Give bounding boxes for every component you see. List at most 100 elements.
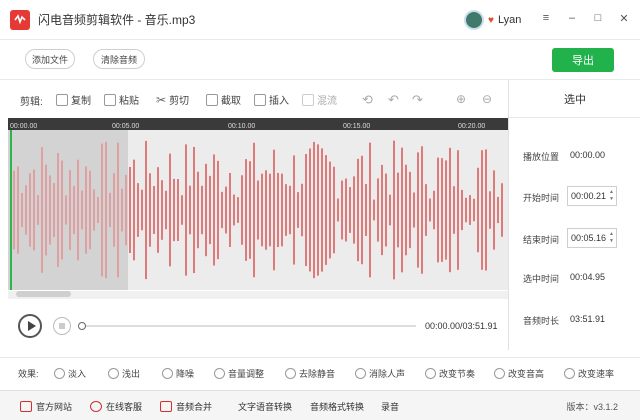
copy-button[interactable]: 复制 [56, 92, 91, 107]
add-file-button[interactable]: 添加文件 [25, 49, 75, 69]
minimize-button[interactable]: – [566, 12, 578, 25]
effects-label: 效果: [18, 369, 39, 379]
menu-icon[interactable]: ≡ [540, 12, 552, 25]
monitor-icon [20, 401, 32, 412]
volume-icon [214, 368, 225, 379]
play-button[interactable] [18, 314, 42, 338]
scrollbar-thumb[interactable] [16, 291, 71, 297]
selected-time-value: 00:04.95 [570, 272, 606, 282]
zoom-in-button[interactable]: ⊕ [456, 92, 466, 106]
change-speed-button[interactable]: 改变速率 [564, 367, 614, 380]
stop-button[interactable] [53, 317, 71, 335]
format-convert-link[interactable]: 音频格式转换 [310, 400, 364, 413]
start-time-label: 开始时间 [523, 193, 560, 203]
loop-icon: ⟲ [362, 92, 373, 107]
volume-adjust-button[interactable]: 音量调整 [214, 367, 264, 380]
change-pitch-button[interactable]: 改变音高 [494, 367, 544, 380]
stepper-icon[interactable]: ▲ ▼ [609, 231, 614, 245]
playback-controls: 00:00.00/03:51.91 [0, 305, 508, 347]
clear-audio-button[interactable]: 清除音频 [93, 49, 145, 69]
denoise-icon [162, 368, 173, 379]
version-label: 版本：v3.1.2 [566, 402, 618, 412]
redo-icon: ↷ [412, 92, 423, 107]
selected-time-label: 选中时间 [523, 274, 560, 284]
fade-in-button[interactable]: 淡入 [54, 367, 86, 380]
play-position-label: 播放位置 [523, 152, 560, 162]
merge-icon [160, 401, 172, 412]
crop-icon [206, 93, 218, 106]
waveform-view[interactable] [8, 130, 508, 290]
zoom-in-icon: ⊕ [456, 92, 467, 106]
zoom-out-icon: ⊖ [482, 92, 493, 106]
top-toolbar: 添加文件 清除音频 导出 [0, 40, 640, 80]
close-button[interactable]: ✕ [618, 12, 630, 25]
speed-icon [564, 368, 575, 379]
scissors-icon: ✂ [156, 92, 167, 107]
zoom-out-button[interactable]: ⊖ [482, 92, 492, 106]
paste-icon [104, 93, 116, 106]
mix-icon [302, 93, 314, 106]
window-title: 闪电音频剪辑软件 - 音乐.mp3 [38, 13, 196, 27]
end-time-input[interactable]: 00:05.16 ▲ ▼ [567, 228, 617, 248]
pitch-icon [494, 368, 505, 379]
app-logo-icon [10, 9, 30, 30]
maximize-button[interactable]: □ [592, 12, 604, 25]
edit-label: 剪辑: [20, 97, 43, 108]
fade-in-icon [54, 368, 65, 379]
ruler-tick-label: 00:05.00 [112, 123, 139, 130]
mute-icon [285, 368, 296, 379]
remove-silence-button[interactable]: 去除静音 [285, 367, 335, 380]
cut-button[interactable]: ✂ 剪切 [156, 92, 189, 108]
crop-button[interactable]: 截取 [206, 92, 241, 107]
duration-value: 03:51.91 [570, 314, 606, 324]
stepper-icon[interactable]: ▲ ▼ [609, 189, 614, 203]
official-site-link[interactable]: 官方网站 [20, 400, 72, 413]
fade-out-button[interactable]: 浅出 [108, 367, 140, 380]
vocal-icon [355, 368, 366, 379]
fade-out-icon [108, 368, 119, 379]
loop-button[interactable]: ⟲ [362, 92, 373, 108]
username[interactable]: Lyan [498, 14, 521, 26]
effects-bar: 效果: 淡入 浅出 降噪 音量调整 去除静音 消除人声 改变节奏 改变音高 改变… [0, 357, 640, 387]
remove-vocals-button[interactable]: 消除人声 [355, 367, 405, 380]
online-support-link[interactable]: 在线客服 [90, 400, 142, 413]
waveform-scrollbar[interactable] [8, 291, 508, 299]
record-link[interactable]: 录音 [381, 400, 399, 413]
start-time-input[interactable]: 00:00.21 ▲ ▼ [567, 186, 617, 206]
timeline-ruler[interactable]: 00:00.00 00:05.00 00:10.00 00:15.00 00:2… [8, 118, 508, 130]
insert-icon [254, 93, 266, 106]
insert-button[interactable]: 插入 [254, 92, 289, 107]
undo-icon: ↶ [388, 92, 399, 107]
mix-button[interactable]: 混流 [302, 92, 337, 107]
copy-icon [56, 93, 68, 106]
waveform [13, 140, 503, 280]
change-tempo-button[interactable]: 改变节奏 [425, 367, 475, 380]
undo-button[interactable]: ↶ [388, 92, 399, 108]
progress-bar[interactable] [86, 325, 416, 327]
ruler-tick-label: 00:00.00 [10, 123, 37, 130]
denoise-button[interactable]: 降噪 [162, 367, 194, 380]
selection-panel-title: 选中 [509, 80, 640, 118]
title-bar: 闪电音频剪辑软件 - 音乐.mp3 ♥ Lyan ≡ – □ ✕ [0, 0, 640, 40]
bottom-bar: 官方网站 在线客服 音频合并 文字语音转换 音频格式转换 录音 版本：v3.1.… [0, 390, 640, 420]
avatar[interactable] [464, 10, 484, 30]
ruler-tick-label: 00:20.00 [458, 123, 485, 130]
playhead[interactable] [10, 130, 12, 290]
play-position-value: 00:00.00 [570, 150, 606, 160]
progress-handle[interactable] [78, 322, 86, 330]
edit-toolbar: 剪辑: 复制 粘贴 ✂ 剪切 截取 插入 混流 ⟲ ↶ ↷ ⊕ ⊖ [0, 84, 508, 114]
end-time-label: 结束时间 [523, 235, 560, 245]
user-account[interactable]: ♥ Lyan [464, 10, 521, 30]
support-icon [90, 401, 102, 412]
export-button[interactable]: 导出 [552, 48, 614, 72]
redo-button[interactable]: ↷ [412, 92, 423, 108]
audio-merge-link[interactable]: 音频合并 [160, 400, 212, 413]
ruler-tick-label: 00:10.00 [228, 123, 255, 130]
vip-badge-icon: ♥ [488, 14, 494, 26]
duration-label: 音频时长 [523, 316, 560, 326]
ruler-tick-label: 00:15.00 [343, 123, 370, 130]
paste-button[interactable]: 粘贴 [104, 92, 139, 107]
playback-time: 00:00.00/03:51.91 [425, 321, 498, 331]
tts-link[interactable]: 文字语音转换 [238, 400, 292, 413]
tempo-icon [425, 368, 436, 379]
